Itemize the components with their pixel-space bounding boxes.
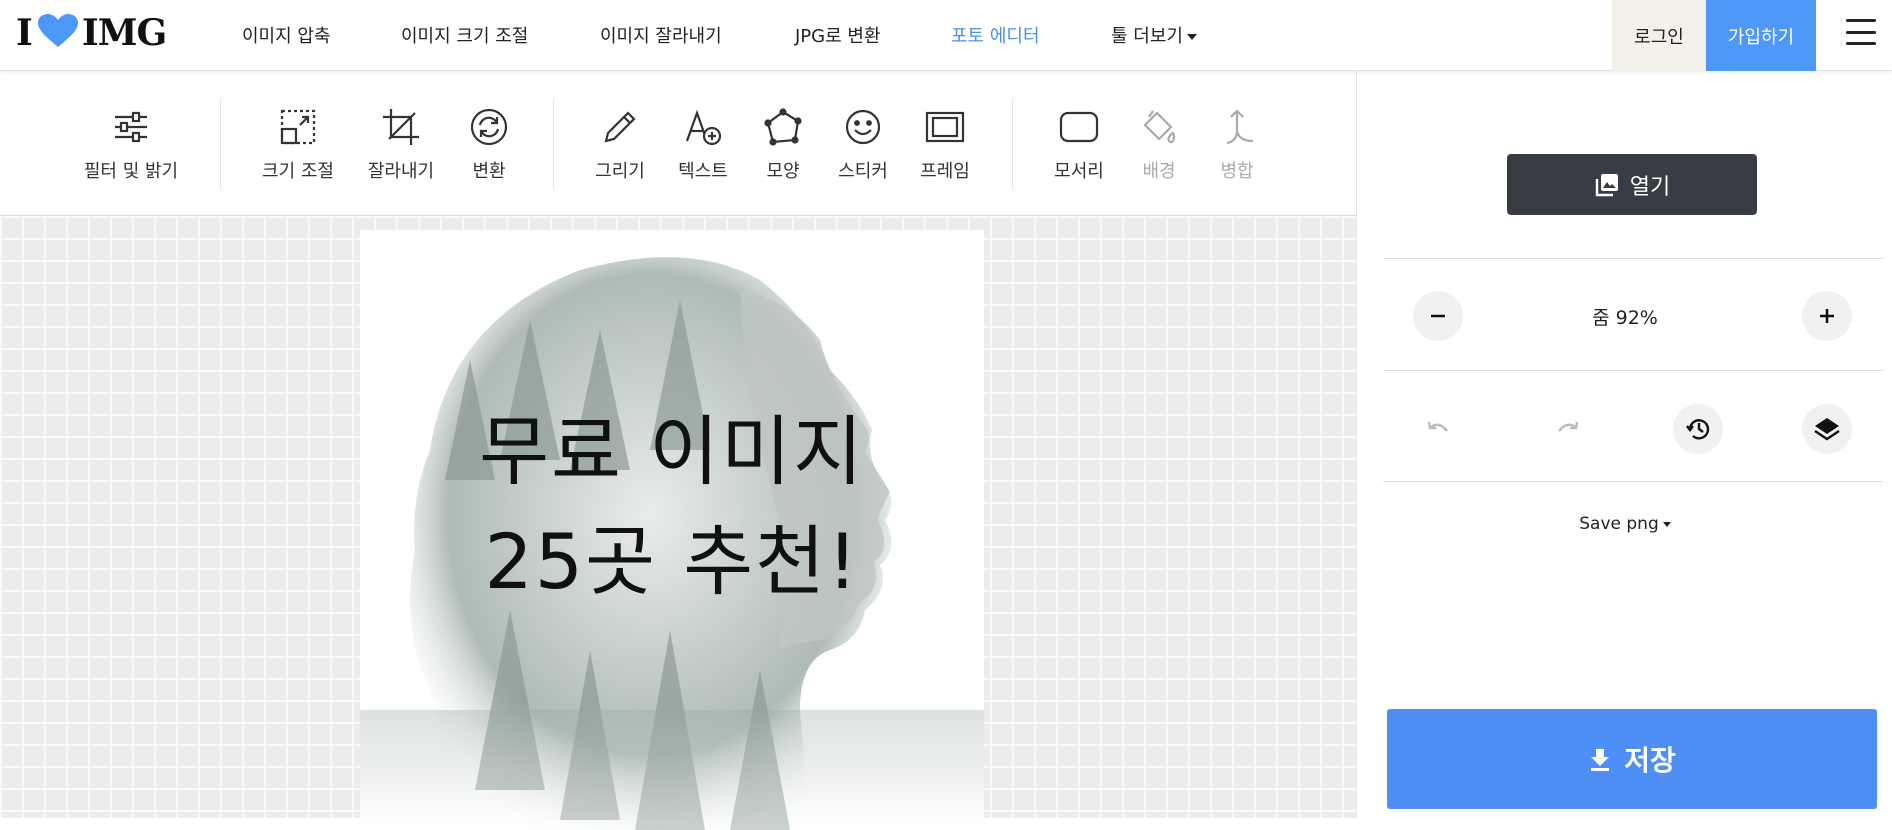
nav-more-tools[interactable]: 툴 더보기 bbox=[1111, 22, 1197, 48]
merge-icon bbox=[1226, 109, 1254, 145]
text-add-icon bbox=[685, 109, 722, 146]
tool-filters[interactable]: 필터 및 밝기 bbox=[76, 107, 186, 183]
hamburger-menu-icon[interactable] bbox=[1846, 19, 1876, 45]
edited-image[interactable]: 무료 이미지 25곳 추천! bbox=[360, 230, 984, 830]
tool-merge[interactable]: 병합 bbox=[1182, 107, 1292, 183]
tool-draw-label: 그리기 bbox=[595, 161, 645, 182]
tool-background-label: 배경 bbox=[1142, 161, 1176, 182]
smiley-icon bbox=[845, 109, 881, 145]
login-button[interactable]: 로그인 bbox=[1612, 0, 1706, 71]
nav-more-tools-label: 툴 더보기 bbox=[1111, 26, 1183, 47]
logo-text-right: IMG bbox=[81, 12, 167, 54]
pencil-icon bbox=[604, 111, 636, 143]
paint-bucket-icon bbox=[1143, 110, 1176, 144]
toolbar-divider bbox=[553, 98, 554, 190]
caret-down-icon bbox=[1662, 521, 1671, 527]
headline-line-1: 무료 이미지 bbox=[479, 407, 865, 496]
nav-resize[interactable]: 이미지 크기 조절 bbox=[401, 22, 528, 48]
tool-shape-label: 모양 bbox=[766, 161, 800, 182]
download-icon bbox=[1591, 749, 1610, 771]
tool-text-label: 텍스트 bbox=[678, 161, 728, 182]
tool-crop-label: 잘라내기 bbox=[367, 161, 435, 182]
logo[interactable]: I IMG bbox=[16, 12, 167, 54]
open-image-label: 열기 bbox=[1629, 174, 1671, 200]
layers-button[interactable] bbox=[1802, 404, 1852, 454]
signup-button[interactable]: 가입하기 bbox=[1706, 0, 1816, 71]
redo-icon bbox=[1558, 421, 1579, 432]
tool-corners-label: 모서리 bbox=[1054, 161, 1104, 182]
rounded-square-icon bbox=[1059, 111, 1099, 143]
tool-merge-label: 병합 bbox=[1220, 161, 1254, 182]
save-button[interactable]: 저장 bbox=[1387, 709, 1877, 809]
pentagon-icon bbox=[764, 108, 802, 146]
right-panel: 열기 줌 92% Save png 저장 bbox=[1356, 71, 1892, 818]
nav-crop[interactable]: 이미지 잘라내기 bbox=[600, 22, 722, 48]
save-format-label: Save png bbox=[1579, 514, 1659, 534]
panel-divider bbox=[1383, 258, 1883, 259]
panel-divider bbox=[1383, 481, 1883, 482]
save-label: 저장 bbox=[1624, 744, 1676, 777]
resize-icon bbox=[280, 109, 316, 145]
crop-icon bbox=[383, 109, 419, 145]
tool-resize-label: 크기 조절 bbox=[262, 161, 334, 182]
editor-toolbar: 필터 및 밝기 크기 조절 잘라내기 변환 그리기 텍스트 모양 스티커 프레임… bbox=[0, 71, 1356, 216]
toolbar-divider bbox=[1012, 98, 1013, 190]
nav-convert-jpg[interactable]: JPG로 변환 bbox=[795, 22, 881, 48]
tool-frame-label: 프레임 bbox=[920, 161, 970, 182]
tool-frame[interactable]: 프레임 bbox=[890, 107, 1000, 183]
rotate-icon bbox=[470, 108, 508, 146]
frame-icon bbox=[925, 111, 965, 143]
history-button[interactable] bbox=[1673, 404, 1723, 454]
nav-photo-editor[interactable]: 포토 에디터 bbox=[951, 22, 1040, 48]
heart-icon bbox=[36, 13, 80, 53]
plus-icon bbox=[1820, 309, 1834, 323]
editor-canvas[interactable]: 무료 이미지 25곳 추천! bbox=[0, 216, 1356, 830]
open-image-button[interactable]: 열기 bbox=[1507, 154, 1757, 215]
redo-button[interactable] bbox=[1543, 404, 1593, 454]
undo-button[interactable] bbox=[1413, 404, 1463, 454]
headline-line-2: 25곳 추천! bbox=[484, 517, 860, 606]
tool-resize[interactable]: 크기 조절 bbox=[243, 107, 353, 183]
layers-icon bbox=[1814, 418, 1840, 441]
image-gallery-icon bbox=[1595, 173, 1618, 196]
save-format-dropdown[interactable]: Save png bbox=[1357, 514, 1892, 534]
zoom-in-button[interactable] bbox=[1802, 291, 1852, 341]
history-icon bbox=[1686, 419, 1710, 440]
logo-text-left: I bbox=[16, 12, 33, 54]
tool-transform[interactable]: 변환 bbox=[434, 107, 544, 183]
sliders-icon bbox=[115, 111, 147, 143]
toolbar-divider bbox=[220, 98, 221, 190]
caret-down-icon bbox=[1186, 34, 1197, 40]
tool-transform-label: 변환 bbox=[472, 161, 506, 182]
nav-compress[interactable]: 이미지 압축 bbox=[242, 22, 331, 48]
tool-sticker-label: 스티커 bbox=[838, 161, 888, 182]
top-header: I IMG 이미지 압축 이미지 크기 조절 이미지 잘라내기 JPG로 변환 … bbox=[0, 0, 1892, 71]
undo-icon bbox=[1427, 421, 1448, 432]
panel-divider bbox=[1383, 370, 1883, 371]
tool-filters-label: 필터 및 밝기 bbox=[83, 161, 179, 182]
